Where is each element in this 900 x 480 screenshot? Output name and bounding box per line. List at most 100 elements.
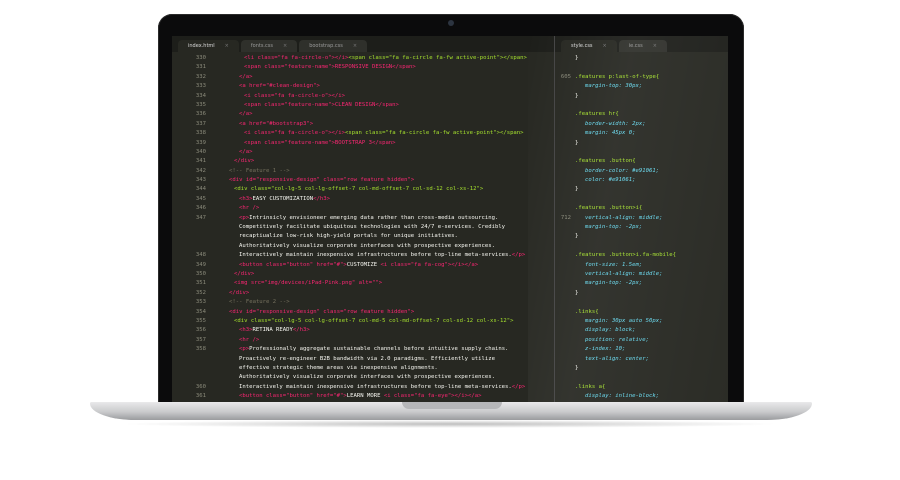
- code-text: <div class="col-lg-5 col-lg-offset-7 col…: [214, 317, 514, 326]
- line-number: 360: [195, 383, 206, 390]
- code-line: Authoritatively visualize corporate inte…: [172, 242, 554, 251]
- code-line: 361 <button class="button" href="#">LEARN…: [172, 392, 554, 401]
- code-line: 348 Interactively maintain inexpensive in…: [172, 251, 554, 260]
- code-text: Authoritatively visualize corporate inte…: [214, 373, 495, 382]
- code-token: .features hr{: [575, 111, 619, 118]
- code-token: margin-top: -2px;: [585, 280, 643, 287]
- tab-label: fonts.css: [250, 43, 273, 49]
- code-line: .links a{: [555, 383, 728, 392]
- code-token: <p>: [239, 346, 250, 353]
- line-number: 356: [195, 327, 206, 334]
- line-number: [555, 204, 575, 213]
- code-token: <div class="col-lg-5 col-lg-offset-7 col…: [234, 186, 484, 193]
- code-line: 349 <button class="button" href="#">CUSTO…: [172, 261, 554, 270]
- code-line: 360 Interactively maintain inexpensive in…: [172, 383, 554, 392]
- line-number: [555, 101, 575, 110]
- line-number: [172, 373, 214, 382]
- code-token: }: [575, 92, 579, 99]
- close-icon[interactable]: ×: [283, 43, 287, 49]
- code-text: }: [575, 139, 578, 148]
- code-token: display: block;: [585, 327, 636, 334]
- editor-pane-left: index.html × fonts.css × bootstrap.css × 330 <…: [172, 36, 555, 402]
- code-line: }: [555, 139, 728, 148]
- code-token: </h3>: [292, 327, 310, 334]
- code-token: margin-top: -2px;: [585, 224, 643, 231]
- code-line: border-color: #e91061;: [555, 167, 728, 176]
- code-token: Interactively maintain inexpensive infra…: [239, 252, 512, 259]
- close-icon[interactable]: ×: [653, 43, 657, 49]
- code-text: <i class="fa fa-circle-o"></i>: [214, 92, 345, 101]
- editor-pane-right: style.css × ie.css × } 605 .features p:last-o…: [555, 36, 728, 402]
- code-line: border-width: 2px;: [555, 120, 728, 129]
- code-line: [555, 148, 728, 157]
- tab-tabs_left-2[interactable]: bootstrap.css ×: [299, 40, 368, 52]
- close-icon[interactable]: ×: [353, 43, 357, 49]
- laptop-screen: index.html × fonts.css × bootstrap.css × 330 <…: [172, 36, 728, 402]
- close-icon[interactable]: ×: [603, 43, 607, 49]
- code-line: .features .button>i.fa-mobile{: [555, 251, 728, 260]
- code-text: <i class="fa fa-circle-o"></i><span clas…: [214, 129, 524, 138]
- code-token: }: [575, 289, 579, 296]
- laptop-bezel: index.html × fonts.css × bootstrap.css × 330 <…: [158, 14, 744, 408]
- code-text: border-width: 2px;: [575, 120, 646, 129]
- code-line: display: inline-block;: [555, 392, 728, 401]
- code-token: vertical-align: middle;: [585, 270, 663, 277]
- code-text: margin-top: 30px;: [575, 82, 642, 91]
- code-line: margin-top: 30px;: [555, 82, 728, 91]
- tab-tabs_right-1[interactable]: ie.css ×: [618, 40, 667, 52]
- code-line: color: #e91061;: [555, 176, 728, 185]
- code-token: </a>: [239, 148, 253, 155]
- close-icon[interactable]: ×: [225, 43, 229, 49]
- code-token: margin: 30px auto 50px;: [585, 317, 663, 324]
- line-number: [555, 185, 575, 194]
- code-token: <i class="fa fa-circle-o"></i>: [244, 130, 346, 137]
- code-text: z-index: 10;: [575, 345, 625, 354]
- line-number: [555, 242, 575, 251]
- line-number: [555, 223, 575, 232]
- tab-tabs_left-0[interactable]: index.html ×: [178, 40, 239, 52]
- line-number: [555, 120, 575, 129]
- code-line: vertical-align: middle;: [555, 270, 728, 279]
- line-number: [555, 157, 575, 166]
- code-line: display: block;: [555, 326, 728, 335]
- code-line: [555, 195, 728, 204]
- code-token: .links a{: [575, 383, 606, 390]
- code-text: Authoritatively visualize corporate inte…: [214, 242, 495, 251]
- code-token: <span class="feature-name">RESPONSIVE DE…: [244, 64, 416, 71]
- code-token: <i class="fa fa-cog"></i></a>: [380, 261, 479, 268]
- code-line: effective strategic theme areas via inex…: [172, 364, 554, 373]
- code-text: <span class="feature-name">RESPONSIVE DE…: [214, 63, 416, 72]
- line-number: [555, 167, 575, 176]
- code-line: 357 <hr />: [172, 336, 554, 345]
- code-line: 337 <a href="#bootstrap3">: [172, 120, 554, 129]
- line-number: [555, 251, 575, 260]
- line-number: [172, 223, 214, 232]
- code-line: }: [555, 185, 728, 194]
- code-token: }: [575, 364, 579, 371]
- laptop-base: [90, 402, 812, 420]
- code-text: .features p:last-of-type{: [575, 73, 659, 82]
- code-line: 350 </div>: [172, 270, 554, 279]
- code-token: effective strategic theme areas via inex…: [239, 364, 438, 371]
- code-text: .links a{: [575, 383, 605, 392]
- code-token: Proactively re-engineer B2B bandwidth vi…: [239, 355, 495, 362]
- code-token: Authoritatively visualize corporate inte…: [239, 374, 495, 381]
- code-line: 347 <p>Intrinsicly envisioneer emerging d…: [172, 214, 554, 223]
- line-number: 358: [195, 346, 206, 353]
- code-text: <h3>EASY CUSTOMIZATION</h3>: [214, 195, 330, 204]
- code-area-right[interactable]: } 605 .features p:last-of-type{margin-top:…: [555, 52, 728, 402]
- tab-bar-right: style.css × ie.css ×: [555, 36, 728, 52]
- code-line: }: [555, 364, 728, 373]
- code-line: Competitively facilitate ubiquitous tech…: [172, 223, 554, 232]
- line-number: 336: [195, 111, 206, 118]
- code-token: </div>: [234, 270, 255, 277]
- line-number: 340: [195, 148, 206, 155]
- code-text: </a>: [214, 110, 252, 119]
- tab-bar-left: index.html × fonts.css × bootstrap.css ×: [172, 36, 554, 52]
- code-line: recaptiualize low-risk high-yield portal…: [172, 232, 554, 241]
- tab-tabs_left-1[interactable]: fonts.css ×: [240, 40, 298, 52]
- code-area-left[interactable]: 330 <li class="fa fa-circle-o"></i><span …: [172, 52, 554, 402]
- tab-tabs_right-0[interactable]: style.css ×: [561, 40, 617, 52]
- code-text: <div id="responsive-design" class="row f…: [214, 308, 414, 317]
- code-line: .features .button{: [555, 157, 728, 166]
